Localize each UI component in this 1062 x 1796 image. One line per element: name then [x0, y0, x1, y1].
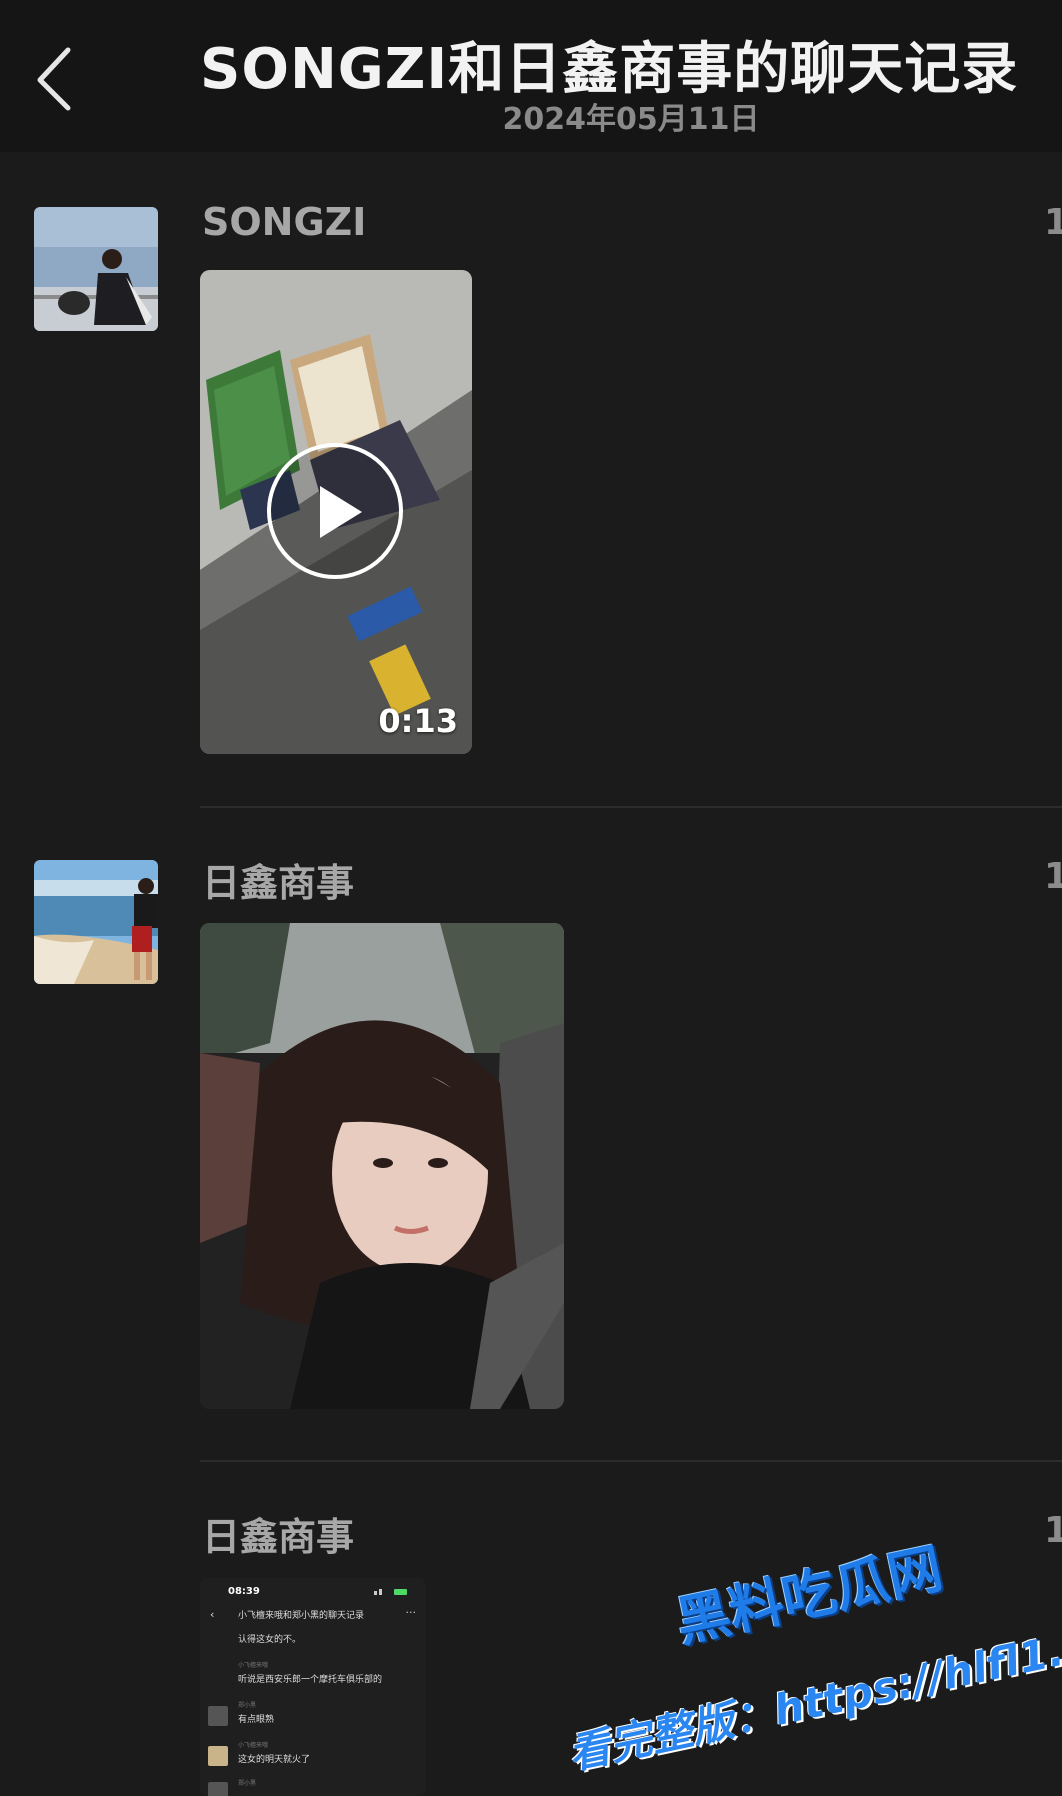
header: SONGZI和日鑫商事的聊天记录 2024年05月11日	[0, 0, 1062, 152]
message-time: 1	[1044, 856, 1062, 897]
mini-message: 认得这女的不。	[238, 1635, 302, 1645]
mini-back-icon: ‹	[210, 1608, 215, 1621]
mini-avatar	[208, 1746, 228, 1766]
video-message[interactable]: 0:13	[200, 270, 472, 754]
mini-title: 小飞檀来哦和郑小黑的聊天记录	[238, 1611, 365, 1621]
mini-message: 这女的明天就火了	[238, 1755, 311, 1765]
sender-name: 日鑫商事	[202, 1515, 355, 1559]
page-title: SONGZI和日鑫商事的聊天记录	[200, 37, 1019, 102]
mini-avatar	[208, 1706, 228, 1726]
mini-sender: 小飞檀来哦	[238, 1662, 269, 1669]
message-time: 1	[1044, 1510, 1062, 1551]
watermark-brand: 黑料吃瓜网	[670, 1536, 948, 1655]
avatar[interactable]	[34, 860, 158, 984]
message-time: 1	[1044, 202, 1062, 243]
chat-date: 2024年05月11日	[502, 102, 760, 137]
sender-name: SONGZI	[202, 200, 367, 244]
divider	[200, 806, 1062, 808]
mini-message: 听说是西安乐郎一个摩托车俱乐部的	[238, 1675, 383, 1685]
video-duration: 0:13	[378, 702, 458, 740]
mini-more-icon: ···	[405, 1606, 417, 1619]
mini-status-icons	[374, 1588, 408, 1596]
mini-sender: 郑小黑	[238, 1780, 257, 1787]
divider	[200, 1460, 1062, 1462]
avatar[interactable]	[34, 207, 158, 331]
sender-name: 日鑫商事	[202, 861, 355, 905]
mini-message: 有点眼熟	[238, 1715, 275, 1725]
screenshot-message[interactable]: 08:39 ‹ 小飞檀来哦和郑小黑的聊天记录 ··· 认得这女的不。 小飞檀来哦…	[200, 1578, 426, 1796]
mini-status-time: 08:39	[228, 1586, 260, 1597]
play-button[interactable]	[266, 442, 404, 580]
mini-avatar	[208, 1782, 228, 1796]
chat-history-page: SONGZI和日鑫商事的聊天记录 2024年05月11日 SONGZI 1 0:…	[0, 0, 1062, 1796]
play-icon	[267, 443, 403, 579]
mini-sender: 郑小黑	[238, 1702, 257, 1709]
mini-sender: 小飞檀来哦	[238, 1742, 269, 1749]
image-message[interactable]	[200, 923, 564, 1409]
